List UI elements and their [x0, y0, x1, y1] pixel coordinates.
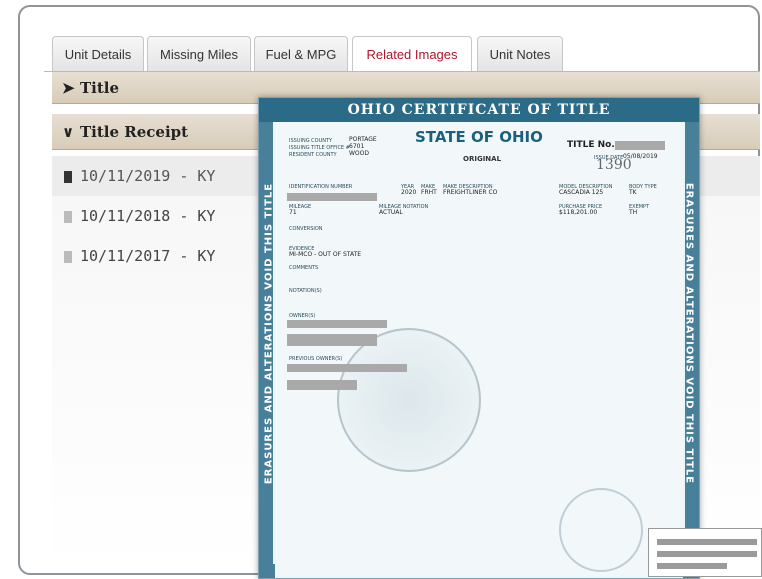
- next-image-thumbnail[interactable]: [648, 528, 762, 577]
- tab-unit-notes[interactable]: Unit Notes: [477, 36, 563, 71]
- model-desc: CASCADIA 125: [559, 189, 604, 196]
- mileage-notation: ACTUAL: [379, 209, 403, 216]
- redacted-title-number: [615, 141, 665, 150]
- body-type: TK: [629, 189, 637, 196]
- certificate-header: OHIO CERTIFICATE OF TITLE: [259, 98, 699, 122]
- resident-county: WOOD: [349, 150, 369, 157]
- redacted-owner: [287, 334, 377, 346]
- make: FRHT: [421, 189, 437, 196]
- county-seal: [559, 488, 643, 572]
- title-certificate-image[interactable]: OHIO CERTIFICATE OF TITLE ERASURES AND A…: [258, 97, 700, 579]
- accordion-title-label: Title: [80, 79, 120, 97]
- year: 2020: [401, 189, 417, 196]
- certificate-state: STATE OF OHIO: [415, 128, 543, 146]
- receipt-label: 10/11/2017 - KY: [80, 247, 216, 265]
- thumbnail-line: [657, 539, 757, 545]
- issuing-office-label: ISSUING TITLE OFFICE #: [289, 145, 350, 151]
- issuing-county-label: ISSUING COUNTY: [289, 138, 333, 144]
- resident-county-label: RESIDENT COUNTY: [289, 152, 337, 158]
- tab-related-images[interactable]: Related Images: [352, 36, 472, 73]
- certificate-original: ORIGINAL: [463, 155, 502, 163]
- state-seal: [337, 328, 481, 472]
- exempt: TH: [629, 209, 638, 216]
- redacted-vin: [287, 193, 377, 201]
- mileage: 71: [289, 209, 297, 216]
- redacted-previous-owner: [287, 364, 407, 372]
- make-desc: FREIGHTLINER CO: [443, 189, 498, 196]
- receipt-label: 10/11/2018 - KY: [80, 207, 216, 225]
- title-number-label: TITLE No.: [567, 140, 615, 150]
- tab-fuel-mpg[interactable]: Fuel & MPG: [254, 36, 348, 71]
- thumbnail-line: [657, 563, 727, 569]
- accordion-receipt-label: Title Receipt: [80, 123, 189, 141]
- notations-label: NOTATION(S): [289, 288, 322, 294]
- redacted-owner: [287, 320, 387, 328]
- purchase-price: $118,201.00: [559, 209, 598, 216]
- handwritten-number: 1390: [596, 157, 632, 173]
- bullet-icon: [64, 250, 72, 263]
- evidence: MI-MCO - OUT OF STATE: [289, 251, 362, 258]
- previous-owners-label: PREVIOUS OWNER(S): [289, 356, 343, 362]
- chevron-right-icon: ➤: [62, 79, 75, 97]
- certificate-left-border-text: ERASURES AND ALTERATIONS VOID THIS TITLE: [263, 182, 275, 485]
- comments-label: COMMENTS: [289, 265, 319, 271]
- chevron-down-icon: ∨: [62, 123, 75, 141]
- bullet-icon: [64, 170, 72, 183]
- certificate-right-border-text: ERASURES AND ALTERATIONS VOID THIS TITLE: [683, 182, 695, 485]
- id-number-label: IDENTIFICATION NUMBER: [289, 184, 353, 190]
- owners-label: OWNER(S): [289, 313, 316, 319]
- tab-unit-details[interactable]: Unit Details: [52, 36, 144, 71]
- bullet-icon: [64, 210, 72, 223]
- tab-missing-miles[interactable]: Missing Miles: [147, 36, 251, 71]
- redacted-previous-owner: [287, 380, 357, 390]
- thumbnail-line: [657, 551, 757, 557]
- conversion-label: CONVERSION: [289, 226, 323, 232]
- receipt-label: 10/11/2019 - KY: [80, 167, 216, 185]
